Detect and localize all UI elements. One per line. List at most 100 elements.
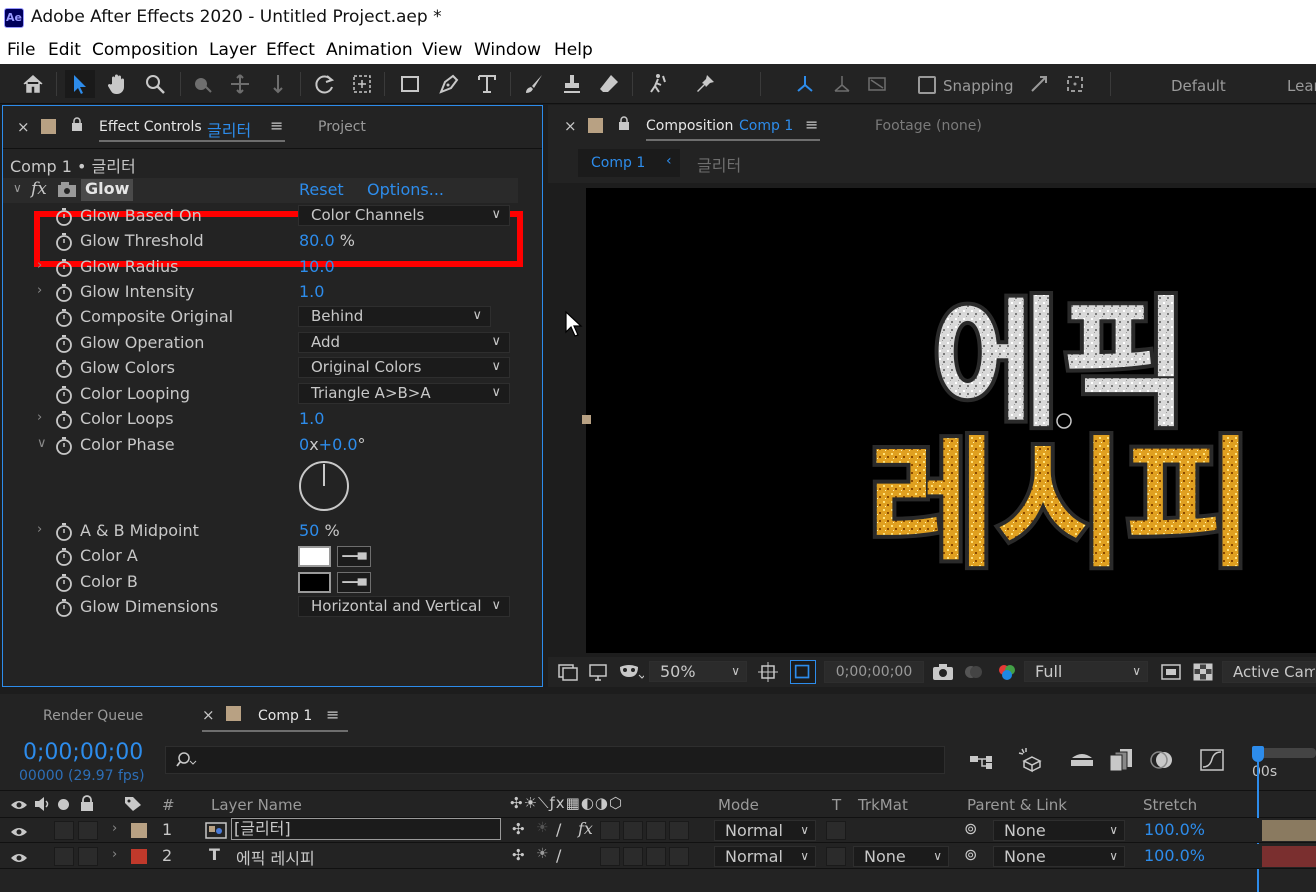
options-link[interactable]: Options...	[367, 180, 444, 199]
comp-flow-breadcrumb[interactable]: Comp 1 ‹	[578, 149, 680, 177]
property-dropdown[interactable]: Triangle A>B>A ∨	[298, 383, 510, 404]
type-tool-icon[interactable]	[472, 70, 502, 98]
mask-visibility-icon[interactable]	[618, 663, 646, 681]
adjustment-switch[interactable]	[646, 847, 666, 866]
menu-animation[interactable]: Animation	[326, 40, 413, 60]
camera-view-dropdown[interactable]: Active Came	[1222, 661, 1316, 683]
close-tab-icon[interactable]: ×	[17, 118, 30, 136]
render-queue-tab[interactable]: Render Queue	[43, 708, 143, 724]
pen-tool-icon[interactable]	[434, 70, 464, 98]
stopwatch-icon[interactable]	[55, 523, 73, 541]
menu-window[interactable]: Window	[474, 40, 541, 60]
layer-name-field[interactable]: [글리터]	[231, 818, 501, 840]
footage-tab[interactable]: Footage	[875, 118, 931, 134]
color-swatch[interactable]	[298, 546, 331, 567]
project-tab[interactable]: Project	[318, 119, 366, 135]
eye-visibility-icon[interactable]	[10, 824, 28, 838]
brush-tool-icon[interactable]	[519, 70, 549, 98]
frame-blend-switch[interactable]	[600, 847, 620, 866]
property-value[interactable]: 1.0	[299, 409, 324, 428]
property-value[interactable]: 80.0 %	[299, 231, 355, 250]
property-dropdown[interactable]: Horizontal and Vertical ∨	[298, 596, 510, 617]
property-dropdown[interactable]: Color Channels ∨	[298, 205, 510, 226]
panel-menu-icon[interactable]: ≡	[270, 116, 283, 135]
transparency-grid-icon[interactable]	[1192, 662, 1214, 682]
snap-features-icon[interactable]	[1060, 70, 1090, 98]
3d-axis-view-icon[interactable]	[862, 70, 892, 98]
stopwatch-icon[interactable]	[55, 309, 73, 327]
solo-toggle[interactable]	[54, 847, 74, 866]
home-icon[interactable]	[18, 70, 48, 98]
region-of-interest-icon[interactable]	[790, 660, 816, 684]
stopwatch-icon[interactable]	[55, 360, 73, 378]
frame-blending-icon[interactable]	[1108, 747, 1136, 773]
stopwatch-icon[interactable]	[55, 335, 73, 353]
color-swatch[interactable]	[298, 572, 331, 593]
lock-icon[interactable]	[71, 116, 83, 131]
shy-switch-icon[interactable]: ✣	[512, 820, 525, 838]
stretch-value[interactable]: 100.0%	[1144, 846, 1205, 865]
layer-name[interactable]: 에픽 레시피	[236, 845, 315, 869]
stopwatch-icon[interactable]	[55, 437, 73, 455]
label-color[interactable]	[131, 823, 147, 838]
pick-whip-icon[interactable]: ⊚	[964, 819, 977, 838]
quality-switch-icon[interactable]: /	[556, 846, 561, 865]
selection-tool-icon[interactable]	[65, 70, 95, 98]
close-tab-icon[interactable]: ×	[564, 117, 577, 135]
property-value[interactable]: 0x+0.0°	[299, 435, 366, 454]
workspace-default[interactable]: Default	[1171, 77, 1226, 95]
blend-mode-dropdown[interactable]: Normal ∨	[714, 820, 816, 841]
current-time-field[interactable]: 0;00;00;00	[824, 661, 924, 683]
property-value[interactable]: 50 %	[299, 521, 340, 540]
dolly-camera-icon[interactable]	[263, 70, 293, 98]
panel-menu-icon[interactable]: ≡	[326, 705, 339, 724]
stopwatch-icon[interactable]	[55, 386, 73, 404]
monitor-icon[interactable]	[588, 663, 608, 681]
menu-file[interactable]: File	[7, 40, 35, 60]
twirl-closed-icon[interactable]: ›	[112, 847, 117, 862]
twirl-closed-icon[interactable]: ›	[37, 283, 42, 298]
stopwatch-icon[interactable]	[55, 599, 73, 617]
menu-view[interactable]: View	[422, 40, 462, 60]
pick-whip-icon[interactable]: ⊚	[964, 845, 977, 864]
parent-dropdown[interactable]: None ∨	[993, 820, 1125, 841]
puppet-pin-icon[interactable]	[690, 70, 720, 98]
label-tag-icon[interactable]	[124, 796, 142, 812]
stopwatch-icon[interactable]	[55, 411, 73, 429]
stopwatch-icon[interactable]	[55, 208, 73, 226]
audio-speaker-icon[interactable]	[33, 796, 51, 812]
shy-switch-icon[interactable]: ✣	[512, 846, 525, 864]
motion-blur-switch[interactable]	[623, 821, 643, 840]
effect-switch-icon[interactable]: fx	[578, 819, 593, 838]
layer-duration-bar[interactable]	[1262, 846, 1316, 867]
comp-canvas[interactable]: 에픽 레시피	[586, 188, 1316, 653]
twirl-closed-icon[interactable]: ›	[112, 821, 117, 836]
property-value[interactable]: 10.0	[299, 257, 335, 276]
stopwatch-icon[interactable]	[55, 574, 73, 592]
menu-edit[interactable]: Edit	[48, 40, 81, 60]
reset-link[interactable]: Reset	[299, 180, 344, 199]
show-snapshot-icon[interactable]	[962, 662, 984, 682]
comp-flowchart-icon[interactable]	[968, 748, 994, 772]
pan-camera-icon[interactable]	[225, 70, 255, 98]
hand-tool-icon[interactable]	[102, 70, 132, 98]
clone-stamp-icon[interactable]	[557, 70, 587, 98]
property-dropdown[interactable]: Original Colors ∨	[298, 357, 510, 378]
layer-handle[interactable]	[582, 415, 591, 424]
menu-layer[interactable]: Layer	[209, 40, 256, 60]
stopwatch-icon[interactable]	[55, 233, 73, 251]
eye-visibility-icon[interactable]	[10, 850, 28, 864]
parent-dropdown[interactable]: None ∨	[993, 846, 1125, 867]
frame-blend-switch[interactable]	[600, 821, 620, 840]
comp-timeline-tab[interactable]: Comp 1	[258, 708, 312, 724]
snap-edges-icon[interactable]	[1024, 70, 1054, 98]
flow-comp[interactable]: Comp 1	[591, 155, 645, 171]
3d-switch[interactable]	[669, 821, 689, 840]
layer-row[interactable]: › 2 T 에픽 레시피 ✣ ☀ / Normal ∨ None ∨ ⊚ None ∨ 100.0%	[0, 844, 1316, 869]
menu-help[interactable]: Help	[554, 40, 593, 60]
zoom-tool-icon[interactable]	[140, 70, 170, 98]
rectangle-tool-icon[interactable]	[395, 70, 425, 98]
stretch-value[interactable]: 100.0%	[1144, 820, 1205, 839]
lock-toggle[interactable]	[78, 821, 98, 840]
3d-axis-world-icon[interactable]	[827, 70, 857, 98]
